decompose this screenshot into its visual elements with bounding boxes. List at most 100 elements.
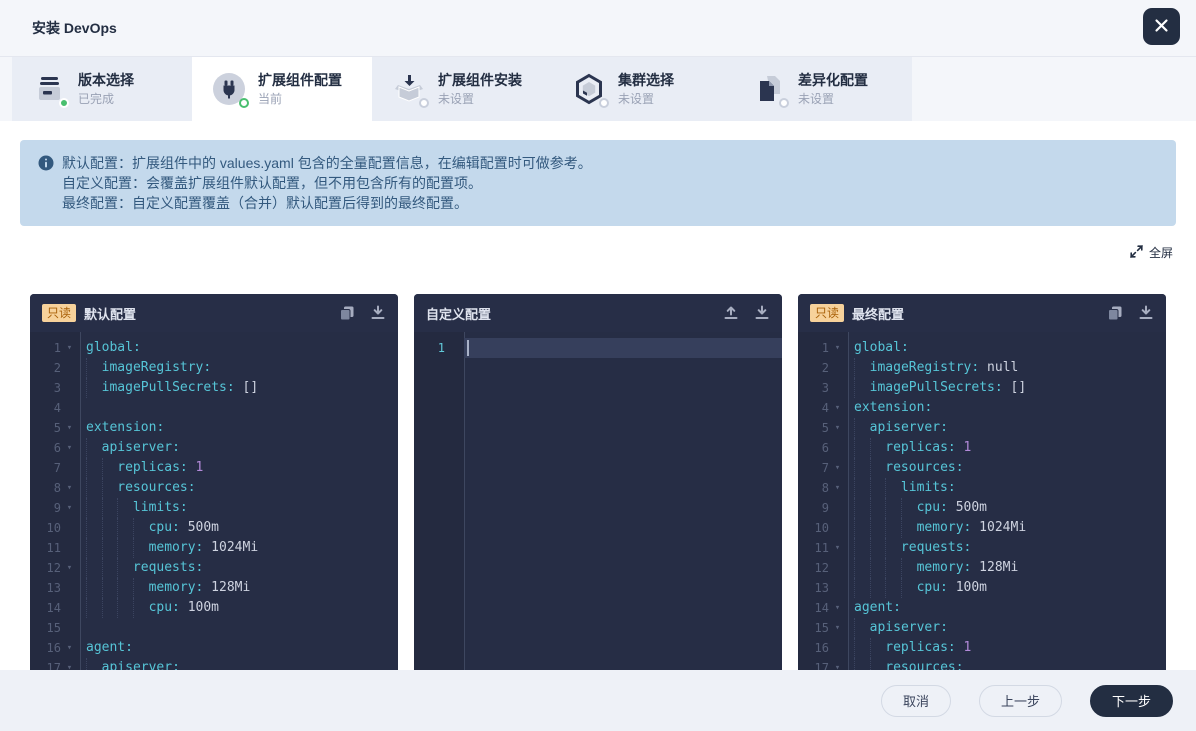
code-area-custom[interactable]: 1 [414, 332, 782, 670]
editor-header: 只读 默认配置 [30, 294, 398, 332]
fold-icon[interactable]: ▾ [61, 438, 78, 458]
fold-icon[interactable]: ▾ [61, 658, 78, 670]
code-line[interactable]: 15▾apiserver: [798, 618, 1166, 638]
code-line[interactable]: 9▾limits: [30, 498, 398, 518]
titlebar: 安装 DevOps [0, 0, 1196, 57]
code-line[interactable]: 10cpu: 500m [30, 518, 398, 538]
info-banner: 默认配置：扩展组件中的 values.yaml 包含的全量配置信息，在编辑配置时… [20, 140, 1176, 226]
copy-icon[interactable] [1106, 305, 1123, 322]
upload-icon[interactable] [722, 305, 739, 322]
code-line[interactable]: 12▾requests: [30, 558, 398, 578]
code-line[interactable]: 16▾agent: [30, 638, 398, 658]
install-icon [392, 72, 426, 106]
code-line[interactable]: 10memory: 1024Mi [798, 518, 1166, 538]
step-cluster-select[interactable]: 集群选择 未设置 [552, 57, 732, 121]
fold-icon[interactable]: ▾ [829, 478, 846, 498]
fold-icon[interactable]: ▾ [829, 598, 846, 618]
code-line[interactable]: 7replicas: 1 [30, 458, 398, 478]
code-line[interactable]: 7▾resources: [798, 458, 1166, 478]
code-line[interactable]: 5▾apiserver: [798, 418, 1166, 438]
download-icon[interactable] [369, 305, 386, 322]
editor-title: 最终配置 [852, 304, 904, 323]
file-icon [752, 72, 786, 106]
step-extension-config[interactable]: 扩展组件配置 当前 [192, 57, 372, 121]
code-line[interactable]: 4▾extension: [798, 398, 1166, 418]
code-line[interactable]: 16replicas: 1 [798, 638, 1166, 658]
code-line[interactable]: 1▾global: [798, 338, 1166, 358]
step-label: 扩展组件配置 [258, 71, 342, 89]
fold-icon[interactable]: ▾ [61, 558, 78, 578]
code-line[interactable]: 8▾limits: [798, 478, 1166, 498]
content-card: 默认配置：扩展组件中的 values.yaml 包含的全量配置信息，在编辑配置时… [0, 121, 1196, 670]
fullscreen-button[interactable]: 全屏 [1130, 244, 1173, 261]
code-line[interactable]: 11▾requests: [798, 538, 1166, 558]
code-line[interactable]: 13memory: 128Mi [30, 578, 398, 598]
step-version-select[interactable]: 版本选择 已完成 [12, 57, 192, 121]
code-line[interactable]: 17▾apiserver: [30, 658, 398, 670]
step-status: 未设置 [438, 91, 522, 107]
code-line[interactable]: 9cpu: 500m [798, 498, 1166, 518]
download-icon[interactable] [1137, 305, 1154, 322]
next-step-button[interactable]: 下一步 [1090, 685, 1173, 717]
code-area-default[interactable]: 1▾global:2imageRegistry:3imagePullSecret… [30, 332, 398, 670]
code-line[interactable]: 5▾extension: [30, 418, 398, 438]
expand-icon [1130, 245, 1143, 261]
code-line[interactable]: 14▾agent: [798, 598, 1166, 618]
fold-icon[interactable]: ▾ [61, 338, 78, 358]
step-status: 当前 [258, 91, 342, 107]
code-line[interactable]: 14cpu: 100m [30, 598, 398, 618]
plug-icon [212, 72, 246, 106]
code-line[interactable]: 6replicas: 1 [798, 438, 1166, 458]
footer-bar: 取消 上一步 下一步 [0, 670, 1196, 731]
step-status: 已完成 [78, 91, 134, 107]
step-diff-config[interactable]: 差异化配置 未设置 [732, 57, 912, 121]
code-line[interactable]: 12memory: 128Mi [798, 558, 1166, 578]
code-line[interactable]: 2imageRegistry: null [798, 358, 1166, 378]
cancel-button[interactable]: 取消 [881, 685, 951, 717]
code-line[interactable]: 17▾resources: [798, 658, 1166, 670]
readonly-badge: 只读 [810, 304, 844, 322]
step-status: 未设置 [618, 91, 674, 107]
fold-icon[interactable]: ▾ [829, 398, 846, 418]
step-status: 未设置 [798, 91, 868, 107]
step-label: 集群选择 [618, 71, 674, 89]
code-line[interactable]: 1▾global: [30, 338, 398, 358]
fold-icon[interactable]: ▾ [829, 458, 846, 478]
step-label: 扩展组件安装 [438, 71, 522, 89]
fold-icon[interactable]: ▾ [829, 618, 846, 638]
editor-title: 默认配置 [84, 304, 136, 323]
code-line[interactable]: 3imagePullSecrets: [] [798, 378, 1166, 398]
code-line[interactable]: 2imageRegistry: [30, 358, 398, 378]
fold-icon[interactable]: ▾ [61, 638, 78, 658]
code-line[interactable]: 8▾resources: [30, 478, 398, 498]
banner-line: 默认配置：扩展组件中的 values.yaml 包含的全量配置信息，在编辑配置时… [62, 153, 592, 173]
step-extension-install[interactable]: 扩展组件安装 未设置 [372, 57, 552, 121]
fold-icon[interactable]: ▾ [61, 478, 78, 498]
fold-icon[interactable]: ▾ [61, 418, 78, 438]
code-line[interactable]: 1 [414, 338, 782, 358]
fold-icon[interactable]: ▾ [829, 338, 846, 358]
step-pending-dot [599, 98, 609, 108]
step-current-dot [239, 98, 249, 108]
code-line[interactable]: 6▾apiserver: [30, 438, 398, 458]
readonly-badge: 只读 [42, 304, 76, 322]
code-line[interactable]: 3imagePullSecrets: [] [30, 378, 398, 398]
editor-custom-config: 自定义配置 1 [414, 294, 782, 670]
editor-header: 只读 最终配置 [798, 294, 1166, 332]
code-line[interactable]: 4 [30, 398, 398, 418]
fold-icon[interactable]: ▾ [829, 418, 846, 438]
fold-icon[interactable]: ▾ [829, 538, 846, 558]
code-line[interactable]: 11memory: 1024Mi [30, 538, 398, 558]
versions-icon [32, 72, 66, 106]
code-line[interactable]: 15 [30, 618, 398, 638]
prev-step-button[interactable]: 上一步 [979, 685, 1062, 717]
close-button[interactable] [1143, 8, 1180, 45]
fold-icon[interactable]: ▾ [61, 498, 78, 518]
editor-final-config: 只读 最终配置 [798, 294, 1166, 670]
copy-icon[interactable] [338, 305, 355, 322]
code-area-final[interactable]: 1▾global:2imageRegistry: null3imagePullS… [798, 332, 1166, 670]
code-line[interactable]: 13cpu: 100m [798, 578, 1166, 598]
download-icon[interactable] [753, 305, 770, 322]
banner-line: 自定义配置：会覆盖扩展组件默认配置，但不用包含所有的配置项。 [62, 173, 592, 193]
fold-icon[interactable]: ▾ [829, 658, 846, 670]
